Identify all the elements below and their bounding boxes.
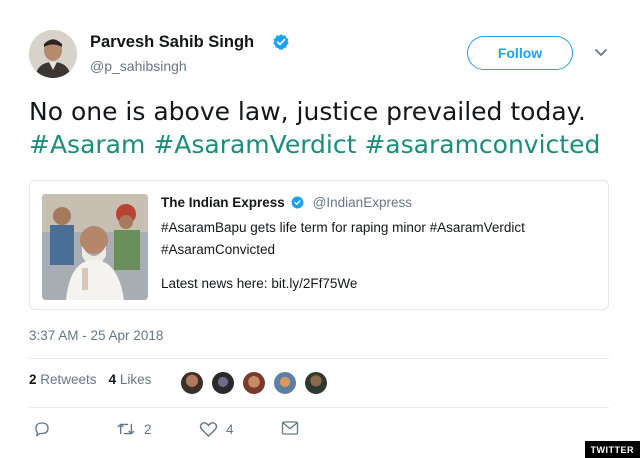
message-button[interactable] [281, 420, 299, 436]
likes-label: Likes [119, 372, 152, 387]
follow-button[interactable]: Follow [467, 36, 573, 70]
author-handle[interactable]: @p_sahibsingh [90, 58, 187, 74]
hashtag-link[interactable]: #asaramconvicted [364, 130, 600, 159]
message-icon [281, 421, 299, 435]
verified-badge-icon [273, 34, 289, 50]
verified-badge-icon [291, 196, 304, 209]
hashtag-link[interactable]: #Asaram [29, 130, 145, 159]
chevron-down-icon[interactable] [593, 44, 609, 60]
tweet-timestamp[interactable]: 3:37 AM - 25 Apr 2018 [29, 328, 163, 343]
hashtag-link[interactable]: #AsaramVerdict [153, 130, 356, 159]
quoted-source-name[interactable]: The Indian Express [161, 195, 285, 210]
divider [29, 407, 609, 408]
news-photo [42, 194, 148, 300]
retweet-icon [117, 423, 135, 435]
reply-button[interactable] [33, 420, 51, 438]
tweet-hashtags: #Asaram #AsaramVerdict #asaramconvicted [29, 128, 609, 161]
retweets-label: Retweets [40, 372, 97, 387]
likes-stat[interactable]: 4 Likes [109, 372, 152, 387]
likes-count: 4 [108, 372, 117, 387]
avatar-image [29, 30, 77, 78]
engagement-stats: 2 Retweets 4 Likes [29, 372, 151, 387]
liker-avatar[interactable] [211, 371, 235, 395]
like-icon [199, 422, 218, 437]
liker-avatar[interactable] [242, 371, 266, 395]
reply-icon [35, 422, 49, 437]
avatar[interactable] [29, 30, 77, 78]
quoted-tweet-card[interactable]: The Indian Express @IndianExpress #Asara… [29, 180, 609, 310]
likers-avatars [180, 371, 335, 395]
retweet-button[interactable]: 2 [116, 420, 152, 438]
liker-avatar[interactable] [180, 371, 204, 395]
display-name[interactable]: Parvesh Sahib Singh [90, 33, 254, 52]
quoted-tweet-text: #AsaramBapu gets life term for raping mi… [161, 220, 525, 235]
tweet-text-line: No one is above law, justice prevailed t… [29, 97, 586, 126]
retweets-stat[interactable]: 2 Retweets [29, 372, 97, 387]
tweet-text: No one is above law, justice prevailed t… [29, 95, 609, 161]
quoted-tweet-link-text: Latest news here: bit.ly/2Ff75We [161, 276, 358, 291]
like-count: 4 [226, 421, 234, 437]
liker-avatar[interactable] [273, 371, 297, 395]
quoted-source-handle[interactable]: @IndianExpress [313, 195, 412, 210]
quoted-tweet-text: #AsaramConvicted [161, 242, 276, 257]
retweet-count: 2 [144, 421, 152, 437]
divider [29, 358, 609, 359]
like-button[interactable]: 4 [199, 420, 234, 438]
quoted-tweet-header: The Indian Express @IndianExpress [161, 194, 601, 212]
liker-avatar[interactable] [304, 371, 328, 395]
twitter-watermark: TWITTER [584, 441, 640, 458]
quoted-tweet-body: The Indian Express @IndianExpress #Asara… [161, 194, 601, 294]
news-thumbnail [42, 194, 148, 300]
retweets-count: 2 [29, 372, 37, 387]
